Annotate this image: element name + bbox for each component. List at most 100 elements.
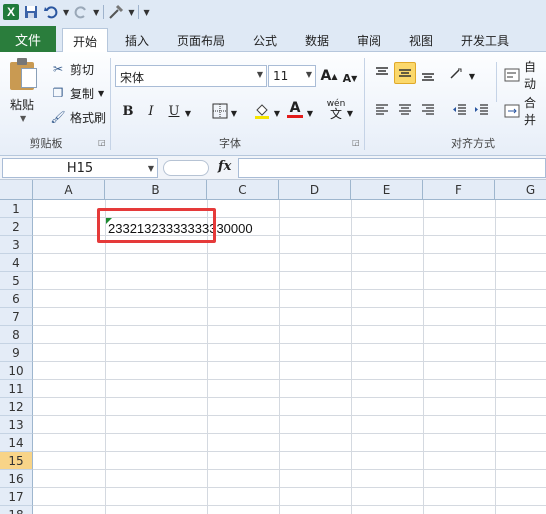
row-header-13[interactable]: 13 <box>0 416 33 434</box>
row-header-8[interactable]: 8 <box>0 326 33 344</box>
align-left-icon <box>376 104 388 115</box>
align-top-icon <box>376 67 388 75</box>
format-painter-button[interactable]: 🖌 格式刷 <box>50 108 106 126</box>
gridline <box>351 200 352 514</box>
undo-dropdown-icon[interactable]: ▼ <box>63 8 69 17</box>
tab-developer[interactable]: 开发工具 <box>452 28 518 52</box>
align-left-button[interactable] <box>372 100 392 120</box>
row-header-7[interactable]: 7 <box>0 308 33 326</box>
paste-dropdown-icon[interactable]: ▼ <box>20 114 26 123</box>
row-header-11[interactable]: 11 <box>0 380 33 398</box>
row-header-10[interactable]: 10 <box>0 362 33 380</box>
bold-button[interactable]: B <box>118 101 138 121</box>
formula-input[interactable] <box>238 158 546 178</box>
font-size-select[interactable]: 11 ▼ <box>268 65 316 87</box>
merge-center-button[interactable]: 合并 <box>504 96 546 127</box>
group-separator <box>364 58 365 150</box>
fill-color-button[interactable] <box>252 101 272 121</box>
tab-review[interactable]: 审阅 <box>346 28 392 52</box>
italic-button[interactable]: I <box>141 101 161 121</box>
column-header-g[interactable]: G <box>495 180 546 200</box>
borders-dropdown-icon[interactable]: ▼ <box>228 103 240 123</box>
tab-view[interactable]: 视图 <box>398 28 444 52</box>
column-header-a[interactable]: A <box>33 180 105 200</box>
font-color-button[interactable]: A <box>285 99 305 119</box>
underline-button[interactable]: U <box>164 101 184 121</box>
cut-button[interactable]: ✂ 剪切 <box>50 60 94 78</box>
row-header-2[interactable]: 2 <box>0 218 33 236</box>
paste-icon[interactable] <box>10 58 38 90</box>
tab-page-layout[interactable]: 页面布局 <box>170 28 232 52</box>
gridline <box>33 325 546 326</box>
fill-color-dropdown-icon[interactable]: ▼ <box>271 103 283 123</box>
group-separator <box>110 58 111 150</box>
save-icon[interactable] <box>23 4 39 20</box>
grow-font-label: A <box>320 68 332 84</box>
orientation-dropdown-icon[interactable]: ▼ <box>466 66 478 86</box>
name-box[interactable]: H15 ▼ <box>2 158 158 178</box>
customize-qat-icon[interactable]: ▼ <box>143 8 149 17</box>
redo-dropdown-icon[interactable]: ▼ <box>93 8 99 17</box>
cut-label: 剪切 <box>70 62 95 77</box>
column-header-e[interactable]: E <box>351 180 423 200</box>
row-header-14[interactable]: 14 <box>0 434 33 452</box>
increase-indent-button[interactable] <box>472 100 492 120</box>
decrease-indent-button[interactable] <box>450 100 470 120</box>
row-header-15[interactable]: 15 <box>0 452 33 470</box>
formula-bar: H15 ▼ fx <box>0 156 546 180</box>
phonetic-dropdown-icon[interactable]: ▼ <box>344 103 356 123</box>
undo-icon[interactable] <box>43 4 59 20</box>
copy-dropdown-icon[interactable]: ▼ <box>98 89 104 98</box>
tab-insert[interactable]: 插入 <box>114 28 160 52</box>
align-middle-button[interactable] <box>394 62 416 84</box>
grow-font-button[interactable]: A ▲ <box>319 66 339 86</box>
row-header-5[interactable]: 5 <box>0 272 33 290</box>
ribbon-tabs: 文件 开始 插入 页面布局 公式 数据 审阅 视图 开发工具 <box>0 24 546 53</box>
tab-formulas[interactable]: 公式 <box>242 28 288 52</box>
insert-function-button[interactable]: fx <box>218 159 231 174</box>
column-header-c[interactable]: C <box>207 180 279 200</box>
tab-home[interactable]: 开始 <box>62 28 108 53</box>
row-header-1[interactable]: 1 <box>0 200 33 218</box>
row-header-4[interactable]: 4 <box>0 254 33 272</box>
formula-bar-divider-handle[interactable] <box>163 160 209 176</box>
column-header-b[interactable]: B <box>105 180 207 200</box>
row-header-18[interactable]: 18 <box>0 506 33 514</box>
gridline <box>207 200 208 514</box>
clipboard-group-label: 剪贴板 <box>29 137 63 150</box>
column-header-f[interactable]: F <box>423 180 495 200</box>
row-header-12[interactable]: 12 <box>0 398 33 416</box>
borders-button[interactable] <box>210 101 230 121</box>
spreadsheet-grid[interactable]: A B C D E F G 1 2 3 4 5 6 7 8 9 10 11 12… <box>0 180 546 514</box>
shrink-font-button[interactable]: A ▼ <box>340 68 360 88</box>
font-color-dropdown-icon[interactable]: ▼ <box>304 103 316 123</box>
tab-data[interactable]: 数据 <box>294 28 340 52</box>
align-top-button[interactable] <box>372 64 392 84</box>
row-header-9[interactable]: 9 <box>0 344 33 362</box>
tools-dropdown-icon[interactable]: ▼ <box>128 8 134 17</box>
paste-button-label[interactable]: 粘贴 <box>10 96 34 113</box>
select-all-corner[interactable] <box>0 180 33 200</box>
clipboard-launcher-icon[interactable]: ◲ <box>98 138 106 147</box>
orientation-button[interactable] <box>448 64 468 84</box>
column-header-d[interactable]: D <box>279 180 351 200</box>
row-header-17[interactable]: 17 <box>0 488 33 506</box>
tab-file[interactable]: 文件 <box>0 26 56 52</box>
merge-center-label: 合并 <box>524 96 537 127</box>
row-header-16[interactable]: 16 <box>0 470 33 488</box>
phonetic-button[interactable]: wén 文 <box>326 99 346 120</box>
font-name-select[interactable]: 宋体 ▼ <box>115 65 267 87</box>
row-header-6[interactable]: 6 <box>0 290 33 308</box>
gridline <box>33 415 546 416</box>
quick-access-toolbar: X ▼ ▼ ▼ ▼ <box>0 0 546 24</box>
align-right-button[interactable] <box>418 100 438 120</box>
underline-dropdown-icon[interactable]: ▼ <box>182 103 194 123</box>
wrap-text-button[interactable]: 自动 <box>504 60 546 91</box>
align-bottom-button[interactable] <box>418 64 438 84</box>
align-center-button[interactable] <box>395 100 415 120</box>
row-header-3[interactable]: 3 <box>0 236 33 254</box>
redo-icon[interactable] <box>73 4 89 20</box>
font-launcher-icon[interactable]: ◲ <box>352 138 360 147</box>
tools-icon[interactable] <box>108 4 124 20</box>
copy-button[interactable]: ❐ 复制 ▼ <box>50 84 105 102</box>
